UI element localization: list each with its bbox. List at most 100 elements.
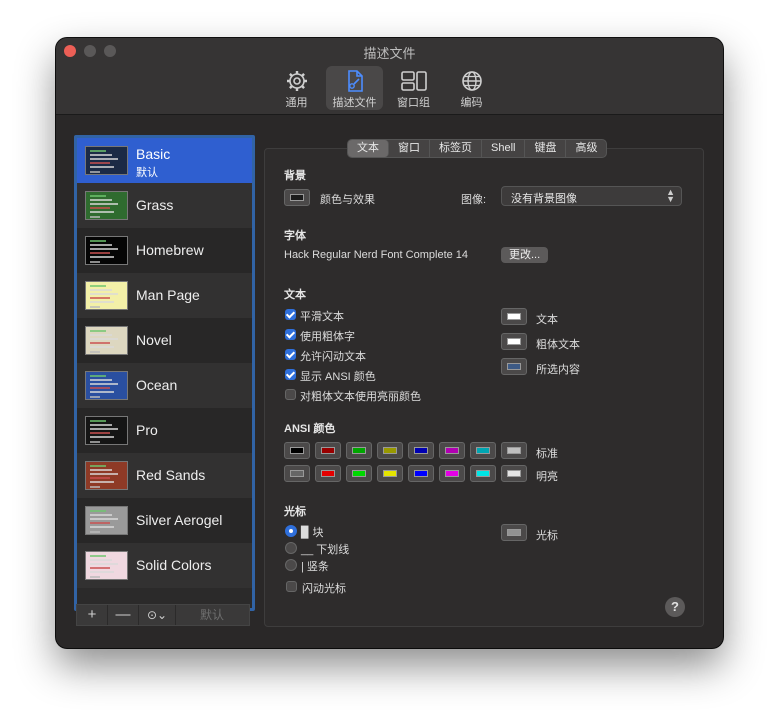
text-option-checkbox[interactable] — [285, 329, 296, 340]
profile-name: Silver Aerogel — [136, 512, 223, 528]
profile-item[interactable]: Ocean — [77, 363, 252, 408]
profile-item[interactable]: Red Sands — [77, 453, 252, 498]
profile-name: Novel — [136, 332, 172, 348]
text-option-checkbox[interactable] — [285, 309, 296, 320]
change-font-button[interactable]: 更改... — [501, 247, 549, 263]
profile-thumbnail — [85, 506, 128, 535]
help-button[interactable]: ? — [665, 597, 685, 617]
font-name: Hack Regular Nerd Font Complete 14 — [284, 249, 469, 261]
profile-item[interactable]: Basic 默认 — [77, 138, 252, 183]
background-heading: 背景 — [284, 170, 306, 182]
profile-thumbnail — [85, 146, 128, 175]
profile-item[interactable]: Solid Colors — [77, 543, 252, 588]
profile-item[interactable]: Homebrew — [77, 228, 252, 273]
add-profile-button[interactable]: + — [77, 605, 108, 625]
text-color-well[interactable] — [501, 333, 527, 350]
tab-text[interactable]: 文本 — [348, 140, 389, 157]
text-heading: 文本 — [284, 289, 306, 301]
tab-advanced[interactable]: 高级 — [566, 140, 606, 157]
profile-item[interactable]: Pro — [77, 408, 252, 453]
cursor-color-label: 光标 — [536, 530, 558, 542]
ansi-normal-color-well[interactable] — [408, 442, 434, 459]
window-group-icon — [400, 71, 427, 91]
globe-icon — [461, 71, 482, 91]
text-option-label: 平滑文本 — [300, 311, 344, 323]
ansi-normal-color-well[interactable] — [346, 442, 372, 459]
ansi-bright-color-well[interactable] — [470, 465, 496, 482]
text-option-checkbox[interactable] — [285, 349, 296, 360]
cursor-heading: 光标 — [284, 506, 306, 518]
profile-thumbnail — [85, 371, 128, 400]
cursor-style-label: __ 下划线 — [301, 544, 350, 556]
profile-name: Grass — [136, 197, 174, 213]
document-icon — [347, 70, 363, 92]
profile-thumbnail — [85, 326, 128, 355]
profile-item[interactable]: Silver Aerogel — [77, 498, 252, 543]
background-color-well[interactable] — [284, 189, 310, 206]
cursor-style-radio[interactable] — [285, 559, 297, 571]
ansi-heading: ANSI 颜色 — [284, 423, 336, 435]
ansi-normal-color-well[interactable] — [377, 442, 403, 459]
tab-shell[interactable]: Shell — [482, 140, 526, 157]
profile-name: Homebrew — [136, 242, 204, 258]
profile-name: Red Sands — [136, 467, 206, 483]
color-effects-label: 颜色与效果 — [320, 194, 375, 206]
toolbar-window-groups[interactable]: 窗口组 — [385, 66, 442, 110]
profile-name: Man Page — [136, 287, 200, 303]
ansi-normal-color-well[interactable] — [501, 442, 527, 459]
ansi-bright-color-well[interactable] — [315, 465, 341, 482]
remove-profile-button[interactable]: — — [108, 605, 139, 625]
profile-name: Basic — [136, 146, 171, 162]
updown-chevron-icon: ▲ ▼ — [666, 187, 675, 204]
ansi-bright-color-well[interactable] — [377, 465, 403, 482]
text-option-label: 对粗体文本使用亮丽颜色 — [300, 391, 421, 403]
background-image-select[interactable]: 没有背景图像 ▲ ▼ — [501, 186, 682, 206]
profile-item[interactable]: Man Page — [77, 273, 252, 318]
cursor-style-label: ▉ 块 — [301, 527, 324, 539]
toolbar-general[interactable]: 通用 — [268, 66, 325, 110]
cursor-style-radio[interactable] — [285, 525, 297, 537]
text-color-label: 文本 — [536, 314, 558, 326]
toolbar-encodings[interactable]: 编码 — [443, 66, 500, 110]
ansi-bright-color-well[interactable] — [346, 465, 372, 482]
window-title: 描述文件 — [363, 46, 416, 61]
profile-item[interactable]: Novel — [77, 318, 252, 363]
font-heading: 字体 — [284, 230, 306, 242]
cursor-style-radio[interactable] — [285, 542, 297, 554]
ansi-bright-color-well[interactable] — [501, 465, 527, 482]
text-color-well[interactable] — [501, 308, 527, 325]
profile-item[interactable]: Grass — [77, 183, 252, 228]
ansi-normal-color-well[interactable] — [439, 442, 465, 459]
ansi-normal-color-well[interactable] — [470, 442, 496, 459]
text-option-label: 使用粗体字 — [300, 331, 355, 343]
profile-list-toolbar: + — ⊙⌄ 默认 — [76, 604, 250, 626]
tab-window[interactable]: 窗口 — [389, 140, 430, 157]
text-color-label: 所选内容 — [536, 364, 580, 376]
toolbar-profiles[interactable]: 描述文件 — [326, 66, 383, 110]
text-color-well[interactable] — [501, 358, 527, 375]
set-default-button[interactable]: 默认 — [175, 605, 249, 625]
preferences-window: 描述文件 通用 描述文件 窗口组 编码 Basic 默认 Grass Homeb… — [56, 38, 723, 648]
ansi-normal-color-well[interactable] — [315, 442, 341, 459]
ansi-bright-color-well[interactable] — [408, 465, 434, 482]
profile-thumbnail — [85, 416, 128, 445]
ansi-bright-color-well[interactable] — [284, 465, 310, 482]
profile-list[interactable]: Basic 默认 Grass Homebrew Man Page Novel Ocean Pr… — [74, 135, 255, 611]
text-option-checkbox[interactable] — [285, 389, 296, 400]
ansi-normal-color-well[interactable] — [284, 442, 310, 459]
cursor-color-well[interactable] — [501, 524, 527, 541]
profile-name: Solid Colors — [136, 557, 212, 573]
profile-name: Ocean — [136, 377, 178, 393]
ansi-bright-color-well[interactable] — [439, 465, 465, 482]
profile-thumbnail — [85, 236, 128, 265]
tab-keyboard[interactable]: 键盘 — [525, 140, 567, 157]
profile-actions-menu[interactable]: ⊙⌄ — [139, 605, 176, 625]
tab-tab[interactable]: 标签页 — [430, 140, 482, 157]
profile-thumbnail — [85, 191, 128, 220]
titlebar: 描述文件 通用 描述文件 窗口组 编码 — [56, 38, 723, 115]
ansi-normal-label: 标准 — [536, 448, 558, 460]
profile-name: Pro — [136, 422, 158, 438]
blink-cursor-checkbox[interactable] — [286, 581, 297, 592]
profile-thumbnail — [85, 281, 128, 310]
text-option-checkbox[interactable] — [285, 369, 296, 380]
